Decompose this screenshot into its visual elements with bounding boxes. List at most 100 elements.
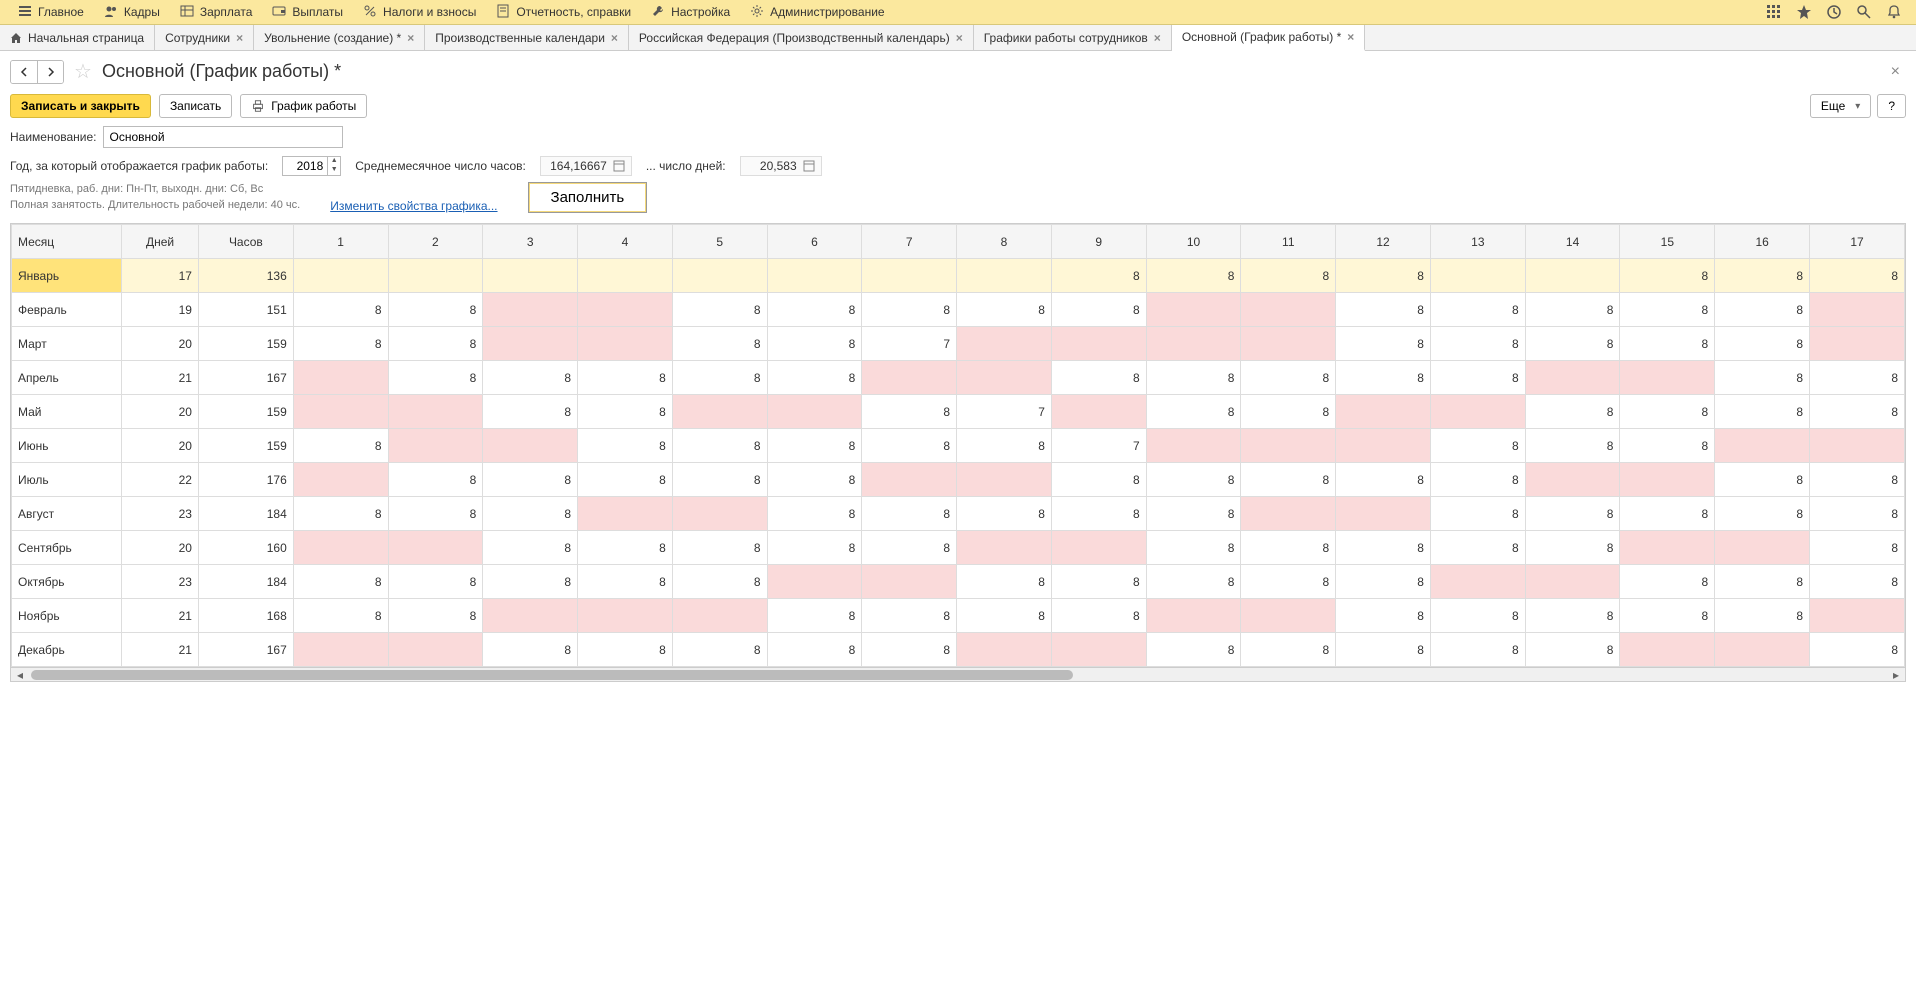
day-cell[interactable]: 8 <box>1146 531 1241 565</box>
col-day-header[interactable]: 10 <box>1146 225 1241 259</box>
tab-close-button[interactable]: × <box>236 31 243 45</box>
more-button[interactable]: Еще <box>1810 94 1871 118</box>
day-cell[interactable] <box>1241 599 1336 633</box>
day-cell[interactable] <box>1810 599 1905 633</box>
hours-cell[interactable]: 136 <box>198 259 293 293</box>
hours-cell[interactable]: 167 <box>198 361 293 395</box>
search-icon[interactable] <box>1856 4 1872 20</box>
day-cell[interactable] <box>483 599 578 633</box>
day-cell[interactable] <box>1241 293 1336 327</box>
day-cell[interactable]: 8 <box>483 497 578 531</box>
day-cell[interactable]: 8 <box>672 531 767 565</box>
day-cell[interactable]: 8 <box>483 531 578 565</box>
day-cell[interactable]: 8 <box>1051 599 1146 633</box>
day-cell[interactable] <box>1241 429 1336 463</box>
day-cell[interactable]: 8 <box>1336 531 1431 565</box>
fill-button[interactable]: Заполнить <box>528 182 648 213</box>
nav-back-button[interactable] <box>11 61 37 83</box>
day-cell[interactable]: 8 <box>1336 293 1431 327</box>
col-day-header[interactable]: 11 <box>1241 225 1336 259</box>
menu-item[interactable]: Зарплата <box>170 0 263 25</box>
days-cell[interactable]: 23 <box>122 497 199 531</box>
table-row[interactable]: Сентябрь2016088888888888 <box>12 531 1905 565</box>
hours-cell[interactable]: 168 <box>198 599 293 633</box>
day-cell[interactable]: 8 <box>293 327 388 361</box>
day-cell[interactable]: 8 <box>578 633 673 667</box>
days-cell[interactable]: 21 <box>122 361 199 395</box>
help-button[interactable]: ? <box>1877 94 1906 118</box>
day-cell[interactable] <box>1146 599 1241 633</box>
col-day-header[interactable]: 17 <box>1810 225 1905 259</box>
day-cell[interactable]: 8 <box>483 395 578 429</box>
day-cell[interactable]: 7 <box>1051 429 1146 463</box>
day-cell[interactable]: 8 <box>672 293 767 327</box>
day-cell[interactable]: 8 <box>1810 633 1905 667</box>
day-cell[interactable]: 8 <box>1146 259 1241 293</box>
day-cell[interactable]: 8 <box>1525 633 1620 667</box>
day-cell[interactable] <box>672 497 767 531</box>
day-cell[interactable]: 8 <box>957 429 1052 463</box>
day-cell[interactable] <box>578 327 673 361</box>
day-cell[interactable]: 8 <box>1715 497 1810 531</box>
day-cell[interactable]: 8 <box>1715 259 1810 293</box>
col-day-header[interactable]: 14 <box>1525 225 1620 259</box>
day-cell[interactable] <box>293 531 388 565</box>
day-cell[interactable]: 8 <box>1146 463 1241 497</box>
day-cell[interactable]: 8 <box>1241 259 1336 293</box>
day-cell[interactable]: 8 <box>957 599 1052 633</box>
apps-icon[interactable] <box>1766 4 1782 20</box>
day-cell[interactable] <box>1336 395 1431 429</box>
day-cell[interactable]: 8 <box>1715 599 1810 633</box>
col-day-header[interactable]: 12 <box>1336 225 1431 259</box>
day-cell[interactable]: 8 <box>1715 395 1810 429</box>
day-cell[interactable]: 8 <box>388 599 483 633</box>
tab-close-button[interactable]: × <box>1347 30 1354 44</box>
day-cell[interactable] <box>578 293 673 327</box>
year-up-button[interactable]: ▲ <box>328 157 340 166</box>
day-cell[interactable]: 8 <box>767 463 862 497</box>
table-row[interactable]: Декабрь2116788888888888 <box>12 633 1905 667</box>
day-cell[interactable]: 8 <box>1051 259 1146 293</box>
day-cell[interactable] <box>1146 429 1241 463</box>
day-cell[interactable] <box>957 259 1052 293</box>
day-cell[interactable]: 8 <box>1810 463 1905 497</box>
hours-cell[interactable]: 176 <box>198 463 293 497</box>
year-spinner[interactable]: ▲ ▼ <box>282 156 341 176</box>
day-cell[interactable]: 8 <box>1430 293 1525 327</box>
day-cell[interactable] <box>767 259 862 293</box>
day-cell[interactable]: 8 <box>672 463 767 497</box>
day-cell[interactable]: 8 <box>1336 463 1431 497</box>
day-cell[interactable] <box>957 327 1052 361</box>
day-cell[interactable]: 8 <box>1241 463 1336 497</box>
month-cell[interactable]: Июль <box>12 463 122 497</box>
day-cell[interactable]: 8 <box>388 293 483 327</box>
table-row[interactable]: Июль22176888888888888 <box>12 463 1905 497</box>
day-cell[interactable]: 8 <box>1620 565 1715 599</box>
day-cell[interactable] <box>1336 429 1431 463</box>
save-button[interactable]: Записать <box>159 94 232 118</box>
day-cell[interactable] <box>1146 327 1241 361</box>
day-cell[interactable]: 8 <box>1715 463 1810 497</box>
save-and-close-button[interactable]: Записать и закрыть <box>10 94 151 118</box>
day-cell[interactable] <box>862 463 957 497</box>
col-day-header[interactable]: 2 <box>388 225 483 259</box>
table-row[interactable]: Февраль19151888888888888 <box>12 293 1905 327</box>
day-cell[interactable] <box>293 633 388 667</box>
avg-hours-field[interactable]: 164,16667 <box>540 156 632 176</box>
day-cell[interactable]: 8 <box>957 497 1052 531</box>
day-cell[interactable] <box>1715 429 1810 463</box>
hours-cell[interactable]: 184 <box>198 565 293 599</box>
day-cell[interactable]: 8 <box>1810 259 1905 293</box>
day-cell[interactable] <box>1146 293 1241 327</box>
day-cell[interactable] <box>1051 633 1146 667</box>
day-cell[interactable] <box>293 395 388 429</box>
day-cell[interactable]: 8 <box>483 633 578 667</box>
hours-cell[interactable]: 160 <box>198 531 293 565</box>
day-cell[interactable]: 8 <box>483 565 578 599</box>
hours-cell[interactable]: 184 <box>198 497 293 531</box>
day-cell[interactable]: 8 <box>1241 633 1336 667</box>
days-cell[interactable]: 22 <box>122 463 199 497</box>
day-cell[interactable]: 8 <box>1430 361 1525 395</box>
day-cell[interactable] <box>1810 429 1905 463</box>
day-cell[interactable]: 8 <box>293 293 388 327</box>
